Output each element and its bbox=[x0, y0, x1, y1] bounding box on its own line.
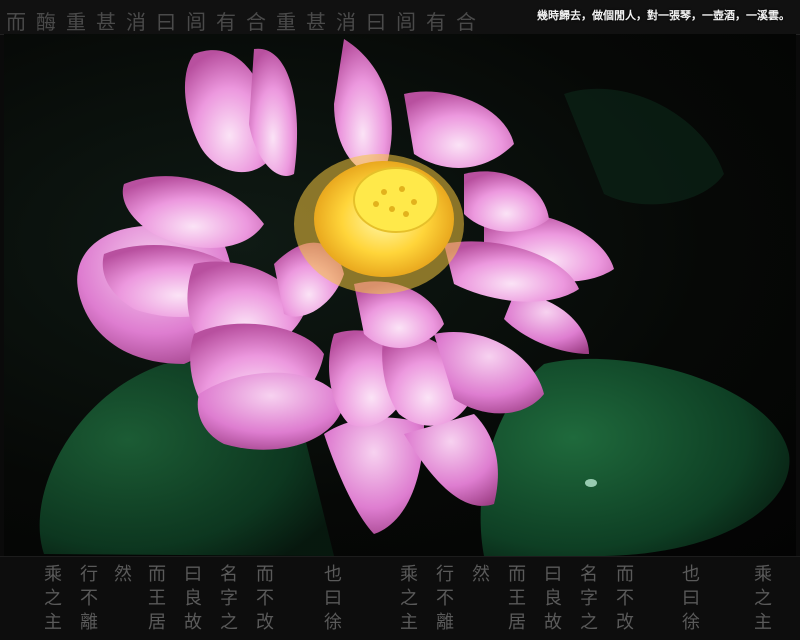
calligraphy-column: 也曰徐 bbox=[324, 564, 342, 633]
bottom-calligraphy-columns: 乘之主 行不離 然 而王居 曰良故 名字之 而不改 也曰徐 乘之主 行不離 然 … bbox=[0, 557, 800, 640]
calligraphy-column: 曰良故 bbox=[184, 564, 202, 633]
poem-caption: 幾時歸去，做個閒人，對一張琴，一壺酒，一溪雲。 bbox=[537, 9, 790, 22]
calligraphy-column: 也曰徐 bbox=[682, 564, 700, 633]
calligraphy-column: 然 bbox=[472, 564, 490, 585]
calligraphy-column: 而不改 bbox=[256, 564, 274, 633]
calligraphy-column: 然 bbox=[114, 564, 132, 585]
calligraphy-column: 乘之主 bbox=[400, 564, 418, 633]
calligraphy-column: 行不離 bbox=[436, 564, 454, 633]
calligraphy-column: 名字之 bbox=[220, 564, 238, 633]
calligraphy-column: 而王居 bbox=[508, 564, 526, 633]
lotus-photo bbox=[4, 34, 796, 556]
calligraphy-column: 名字之 bbox=[580, 564, 598, 633]
calligraphy-column: 而王居 bbox=[148, 564, 166, 633]
lotus-illustration bbox=[39, 39, 790, 556]
lotus-center bbox=[294, 154, 464, 294]
top-calligraphy-band: 而酶重甚消曰闾有合重甚消曰闾有合 幾時歸去，做個閒人，對一張琴，一壺酒，一溪雲。 bbox=[0, 0, 800, 35]
calligraphy-column: 而不改 bbox=[616, 564, 634, 633]
calligraphy-column: 乘之主 bbox=[44, 564, 62, 633]
calligraphy-column: 乘之主 bbox=[754, 564, 772, 633]
calligraphy-column: 行不離 bbox=[80, 564, 98, 633]
top-calligraphy-text: 而酶重甚消曰闾有合重甚消曰闾有合 bbox=[6, 10, 486, 34]
bottom-calligraphy-band: 乘之主 行不離 然 而王居 曰良故 名字之 而不改 也曰徐 乘之主 行不離 然 … bbox=[0, 556, 800, 640]
calligraphy-column: 曰良故 bbox=[544, 564, 562, 633]
image-frame: 而酶重甚消曰闾有合重甚消曰闾有合 幾時歸去，做個閒人，對一張琴，一壺酒，一溪雲。 bbox=[0, 0, 800, 640]
